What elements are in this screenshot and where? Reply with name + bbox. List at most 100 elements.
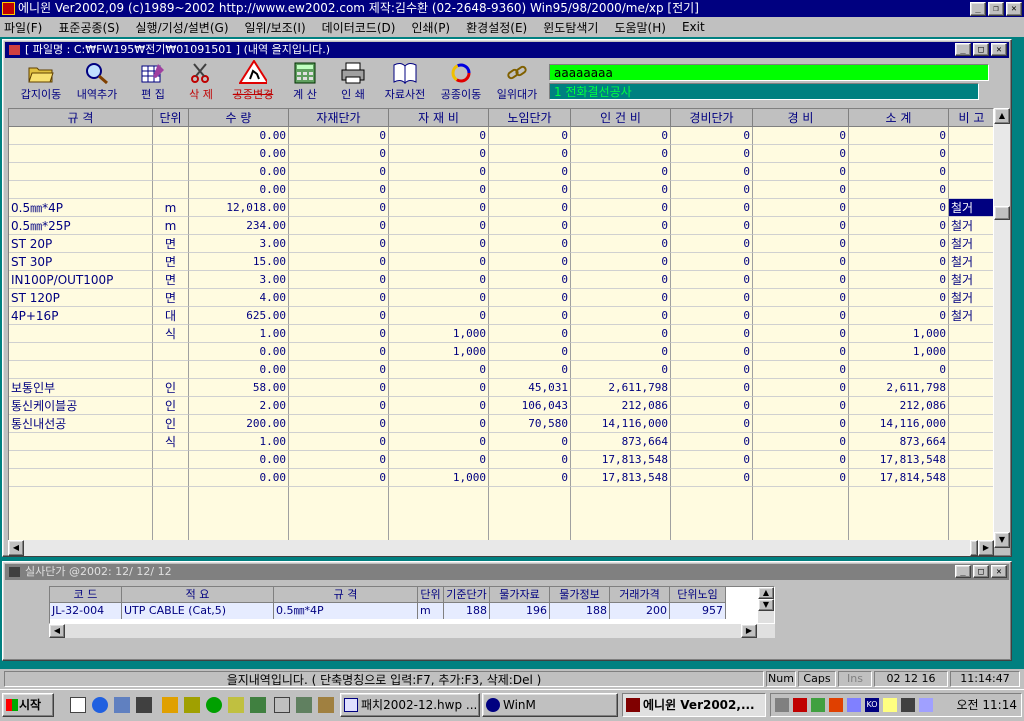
cell-unit[interactable]: m: [153, 199, 189, 217]
cell-exp-cost[interactable]: 0: [753, 325, 849, 343]
cell-exp-cost[interactable]: 0: [753, 469, 849, 487]
cell-mat-cost[interactable]: 0: [389, 253, 489, 271]
price-cell[interactable]: m: [418, 603, 444, 619]
menu-help[interactable]: 도움말(H): [614, 19, 666, 36]
empty-cell[interactable]: [489, 523, 571, 541]
cell-exp-cost[interactable]: 0: [753, 415, 849, 433]
cell-labor-cost[interactable]: 0: [571, 289, 671, 307]
table-row[interactable]: 0.00 0 1,000 0 17,813,548 0 0 17,814,548: [9, 469, 993, 487]
table-row[interactable]: 0.00 0 0 0 0 0 0 0: [9, 181, 993, 199]
cell-subtotal[interactable]: 873,664: [849, 433, 949, 451]
cell-subtotal[interactable]: 0: [849, 253, 949, 271]
vertical-scrollbar[interactable]: ▲ ▼: [994, 108, 1010, 548]
cell-unit[interactable]: 면: [153, 253, 189, 271]
cell-exp-cost[interactable]: 0: [753, 163, 849, 181]
cell-note[interactable]: [949, 451, 993, 469]
cell-subtotal[interactable]: 0: [849, 163, 949, 181]
cell-mat-cost[interactable]: 0: [389, 415, 489, 433]
outlook-icon[interactable]: [114, 697, 130, 713]
price-scroll-down-arrow-icon[interactable]: ▼: [758, 599, 774, 611]
cell-mat-cost[interactable]: 0: [389, 451, 489, 469]
cell-note[interactable]: 철거: [949, 235, 993, 253]
cell-qty[interactable]: 625.00: [189, 307, 289, 325]
cell-qty[interactable]: 0.00: [189, 181, 289, 199]
empty-cell[interactable]: [9, 523, 153, 541]
cell-labor-cost[interactable]: 0: [571, 271, 671, 289]
empty-cell[interactable]: [753, 505, 849, 523]
table-row[interactable]: 4P+16P 대 625.00 0 0 0 0 0 0 0 철거: [9, 307, 993, 325]
cell-unit[interactable]: 식: [153, 325, 189, 343]
cell-mat-price[interactable]: 0: [289, 217, 389, 235]
menu-unit[interactable]: 일위/보조(I): [245, 19, 306, 36]
cell-qty[interactable]: 15.00: [189, 253, 289, 271]
dictionary-button[interactable]: 자료사전: [377, 62, 433, 104]
empty-cell[interactable]: [389, 487, 489, 505]
cell-exp-price[interactable]: 0: [671, 145, 753, 163]
cell-labor-cost[interactable]: 2,611,798: [571, 379, 671, 397]
cell-labor-price[interactable]: 106,043: [489, 397, 571, 415]
scroll-up-arrow-icon[interactable]: ▲: [994, 108, 1010, 124]
price-cell[interactable]: 957: [670, 603, 726, 619]
cell-note[interactable]: [949, 181, 993, 199]
price-cell[interactable]: 188: [550, 603, 610, 619]
cell-subtotal[interactable]: 1,000: [849, 343, 949, 361]
empty-cell[interactable]: [189, 523, 289, 541]
cell-note[interactable]: 철거: [949, 253, 993, 271]
cell-exp-price[interactable]: 0: [671, 469, 753, 487]
cell-spec[interactable]: [9, 325, 153, 343]
cell-exp-cost[interactable]: 0: [753, 343, 849, 361]
scroll-down-arrow-icon[interactable]: ▼: [994, 532, 1010, 548]
empty-cell[interactable]: [289, 523, 389, 541]
cell-labor-cost[interactable]: 873,664: [571, 433, 671, 451]
cell-subtotal[interactable]: 0: [849, 307, 949, 325]
table-row[interactable]: 0.00 0 0 0 0 0 0 0: [9, 127, 993, 145]
cell-spec[interactable]: ST 120P: [9, 289, 153, 307]
cell-mat-price[interactable]: 0: [289, 415, 389, 433]
cell-exp-cost[interactable]: 0: [753, 217, 849, 235]
cell-qty[interactable]: 0.00: [189, 361, 289, 379]
cell-unit[interactable]: [153, 145, 189, 163]
price-cell[interactable]: 188: [444, 603, 490, 619]
price-cell[interactable]: 200: [610, 603, 670, 619]
cell-unit[interactable]: [153, 181, 189, 199]
empty-cell[interactable]: [571, 487, 671, 505]
cell-subtotal[interactable]: 1,000: [849, 325, 949, 343]
cell-mat-cost[interactable]: 0: [389, 361, 489, 379]
empty-row[interactable]: [9, 487, 993, 505]
cell-subtotal[interactable]: 0: [849, 181, 949, 199]
cell-labor-price[interactable]: 70,580: [489, 415, 571, 433]
cell-labor-cost[interactable]: 0: [571, 235, 671, 253]
move-category-button[interactable]: 공종이동: [433, 62, 489, 104]
cell-unit[interactable]: 대: [153, 307, 189, 325]
cell-unit[interactable]: 면: [153, 271, 189, 289]
media-icon[interactable]: [162, 697, 178, 713]
table-row[interactable]: 통신내선공 인 200.00 0 0 70,580 14,116,000 0 0 14,116,0…: [9, 415, 993, 433]
horizontal-scrollbar[interactable]: ◀ ▶: [8, 540, 994, 556]
cell-exp-cost[interactable]: 0: [753, 235, 849, 253]
cell-mat-cost[interactable]: 0: [389, 307, 489, 325]
cell-mat-price[interactable]: 0: [289, 235, 389, 253]
tray-alert-icon[interactable]: [829, 698, 843, 712]
cell-labor-cost[interactable]: 0: [571, 253, 671, 271]
doc-close-button[interactable]: ✕: [991, 43, 1007, 56]
winamp-icon[interactable]: [228, 697, 244, 713]
cell-mat-cost[interactable]: 0: [389, 397, 489, 415]
empty-cell[interactable]: [189, 505, 289, 523]
cell-qty[interactable]: 0.00: [189, 127, 289, 145]
cell-note[interactable]: 철거: [949, 289, 993, 307]
cell-exp-price[interactable]: 0: [671, 325, 753, 343]
cell-spec[interactable]: 4P+16P: [9, 307, 153, 325]
cell-note[interactable]: [949, 469, 993, 487]
cell-unit[interactable]: 면: [153, 289, 189, 307]
quick-launch-icon[interactable]: [296, 697, 312, 713]
tray-messenger-icon[interactable]: [847, 698, 861, 712]
price-window-title-bar[interactable]: 실사단가 @2002: 12/ 12/ 12 _ □ ✕: [5, 564, 1009, 580]
cell-exp-price[interactable]: 0: [671, 343, 753, 361]
table-row[interactable]: 보통인부 인 58.00 0 0 45,031 2,611,798 0 0 2,611,798: [9, 379, 993, 397]
cell-spec[interactable]: 0.5㎜*4P: [9, 199, 153, 217]
goto-summary-button[interactable]: 갑지이동: [13, 62, 69, 104]
price-cell[interactable]: UTP CABLE (Cat,5): [122, 603, 274, 619]
cell-mat-price[interactable]: 0: [289, 181, 389, 199]
cell-qty[interactable]: 4.00: [189, 289, 289, 307]
cell-unit[interactable]: [153, 361, 189, 379]
